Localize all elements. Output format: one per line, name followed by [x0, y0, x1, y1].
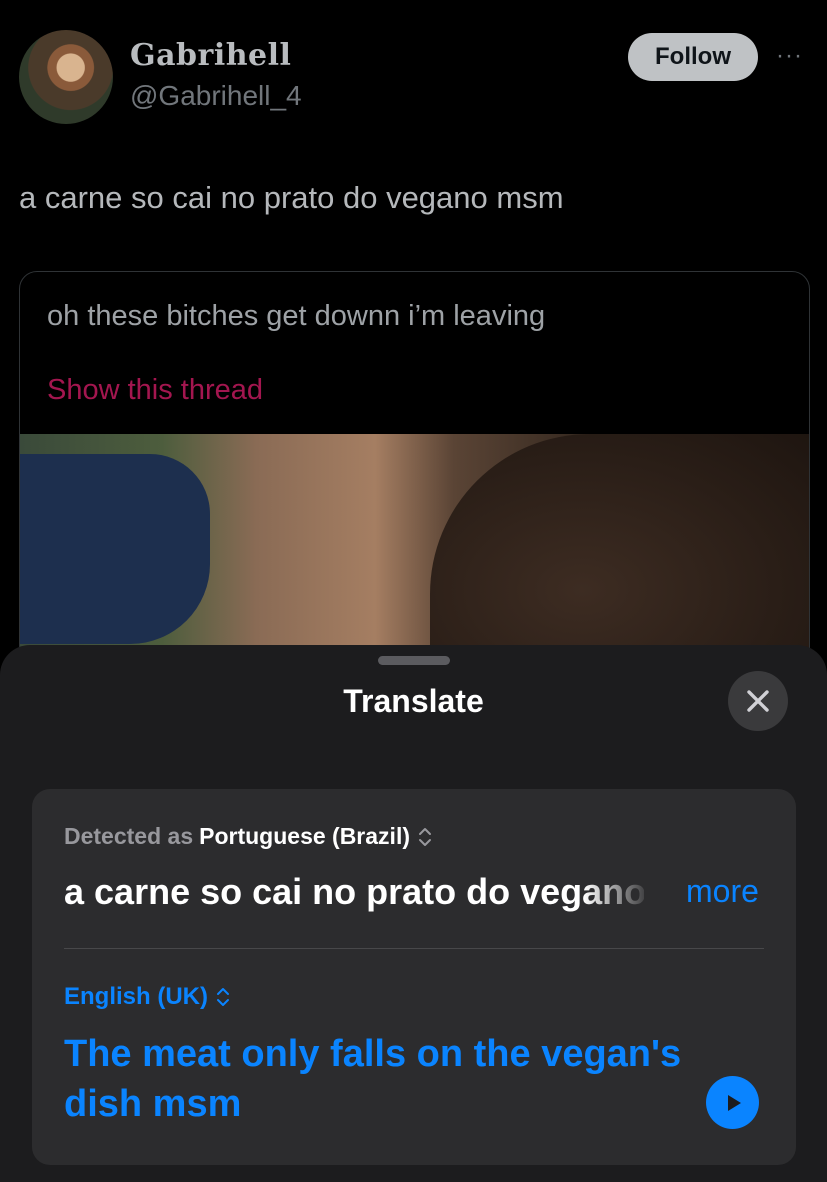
translated-text: The meat only falls on the vegan's dish … [64, 1033, 682, 1125]
divider [64, 948, 764, 949]
quote-tweet-card[interactable]: oh these bitches get downn i’m leaving S… [19, 271, 810, 693]
sheet-title: Translate [343, 683, 484, 719]
tweet: Gabrihell @Gabrihell_4 Follow ··· a carn… [0, 0, 827, 693]
quote-tweet-text: oh these bitches get downn i’m leaving [47, 300, 546, 332]
target-language-selector[interactable]: English (UK) [64, 983, 230, 1011]
source-text: a carne so cai no prato do vegano msm [64, 871, 644, 912]
source-text-fade [584, 869, 674, 919]
source-language-selector[interactable]: Detected as Portuguese (Brazil) [64, 823, 432, 850]
more-link[interactable]: more [686, 873, 759, 910]
follow-button[interactable]: Follow [628, 33, 758, 81]
tweet-text: a carne so cai no prato do vegano msm [19, 180, 564, 215]
show-thread-link[interactable]: Show this thread [47, 374, 263, 407]
media-region-jacket [20, 454, 210, 644]
avatar[interactable] [19, 30, 113, 124]
play-icon [727, 1094, 741, 1111]
detected-language: Portuguese (Brazil) [199, 823, 410, 849]
close-icon [747, 690, 769, 712]
more-options-icon[interactable]: ··· [776, 42, 803, 70]
detected-prefix: Detected as [64, 823, 194, 849]
target-language: English (UK) [64, 983, 208, 1010]
chevron-up-down-icon [419, 827, 431, 846]
display-name[interactable]: Gabrihell [130, 38, 291, 73]
user-handle[interactable]: @Gabrihell_4 [130, 80, 302, 112]
translate-sheet: Translate Detected as Portuguese (Brazil… [0, 645, 827, 1182]
sheet-grabber[interactable] [378, 656, 450, 665]
play-button[interactable] [706, 1076, 759, 1129]
translation-card: Detected as Portuguese (Brazil) a carne … [32, 789, 796, 1165]
close-button[interactable] [728, 671, 788, 731]
chevron-up-down-icon [217, 988, 229, 1006]
